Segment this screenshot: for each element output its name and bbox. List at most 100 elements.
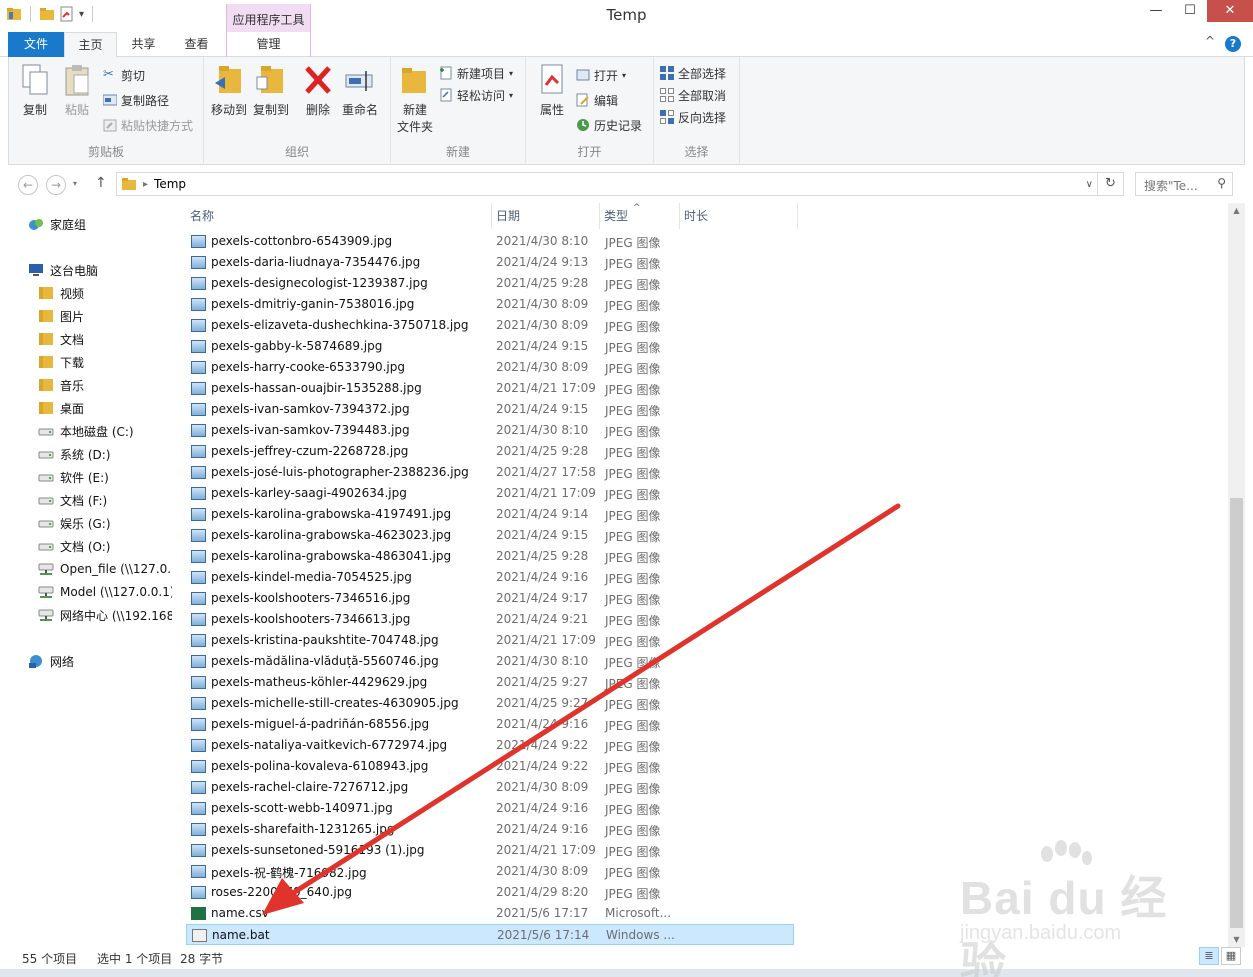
large-icons-view-button[interactable]: ▦ bbox=[1221, 947, 1241, 965]
nav-item[interactable]: Open_file (\\127.0.0 bbox=[38, 558, 172, 580]
nav-item[interactable]: 本地磁盘 (C:) bbox=[38, 420, 134, 442]
close-button[interactable]: ✕ bbox=[1207, 0, 1253, 22]
details-view-button[interactable]: ≣ bbox=[1199, 947, 1219, 965]
column-header-date[interactable]: 日期 bbox=[492, 203, 600, 229]
copy-button[interactable]: 复制 bbox=[15, 63, 55, 118]
back-button[interactable]: ← bbox=[18, 175, 38, 195]
breadcrumb-separator-icon[interactable]: ▸ bbox=[143, 179, 148, 190]
file-row[interactable]: pexels-karolina-grabowska-4623023.jpg 202… bbox=[186, 525, 794, 546]
new-folder-button[interactable]: 新建 文件夹 bbox=[395, 63, 435, 135]
delete-button[interactable]: 删除 bbox=[298, 63, 338, 118]
file-row[interactable]: pexels-matheus-köhler-4429629.jpg 2021/4/… bbox=[186, 672, 794, 693]
chevron-down-icon[interactable]: ▾ bbox=[73, 179, 77, 188]
nav-item[interactable]: 文档 (F:) bbox=[38, 489, 107, 511]
file-row[interactable]: pexels-harry-cooke-6533790.jpg 2021/4/30 … bbox=[186, 357, 794, 378]
invert-selection-button[interactable]: 反向选择 bbox=[660, 107, 726, 127]
easy-access-button[interactable]: 轻松访问 ▾ bbox=[439, 85, 513, 105]
file-row[interactable]: pexels-karley-saagi-4902634.jpg 2021/4/21… bbox=[186, 483, 794, 504]
select-all-button[interactable]: 全部选择 bbox=[660, 63, 726, 83]
tab-file[interactable]: 文件 bbox=[8, 32, 64, 57]
file-row[interactable]: pexels-hassan-ouajbir-1535288.jpg 2021/4/… bbox=[186, 378, 794, 399]
file-row[interactable]: pexels-sharefaith-1231265.jpg 2021/4/24 9… bbox=[186, 819, 794, 840]
nav-item[interactable]: 文档 bbox=[38, 328, 84, 350]
copy-to-button[interactable]: 复制到 bbox=[250, 63, 292, 118]
nav-this-pc[interactable]: 这台电脑 bbox=[28, 259, 98, 281]
file-row[interactable]: pexels-scott-webb-140971.jpg 2021/4/24 9:… bbox=[186, 798, 794, 819]
forward-button[interactable]: → bbox=[46, 175, 66, 195]
file-row[interactable]: roses-2200970_640.jpg 2021/4/29 8:20 JPEG … bbox=[186, 882, 794, 903]
file-row[interactable]: pexels-jeffrey-czum-2268728.jpg 2021/4/25… bbox=[186, 441, 794, 462]
cut-button[interactable]: ✂ 剪切 bbox=[103, 65, 145, 85]
select-none-button[interactable]: 全部取消 bbox=[660, 85, 726, 105]
maximize-button[interactable]: ☐ bbox=[1173, 0, 1207, 22]
file-row[interactable]: pexels-michelle-still-creates-4630905.jp… bbox=[186, 693, 794, 714]
help-icon[interactable]: ? bbox=[1225, 36, 1241, 52]
nav-item[interactable]: 桌面 bbox=[38, 397, 84, 419]
rename-button[interactable]: 重命名 bbox=[340, 63, 380, 118]
paste-shortcut-button[interactable]: 粘贴快捷方式 bbox=[103, 115, 193, 135]
nav-item[interactable]: 视频 bbox=[38, 282, 84, 304]
copy-path-button[interactable]: 复制路径 bbox=[103, 90, 169, 110]
scroll-down-icon[interactable]: ▼ bbox=[1228, 935, 1245, 944]
move-to-button[interactable]: 移动到 bbox=[208, 63, 250, 118]
edit-button[interactable]: 编辑 bbox=[576, 90, 618, 110]
file-row[interactable]: pexels-koolshooters-7346613.jpg 2021/4/24… bbox=[186, 609, 794, 630]
file-row[interactable]: pexels-mădălina-vlăduță-5560746.jpg 2021/… bbox=[186, 651, 794, 672]
nav-item[interactable]: 网络中心 (\\192.168 bbox=[38, 604, 172, 626]
file-row[interactable]: pexels-gabby-k-5874689.jpg 2021/4/24 9:15… bbox=[186, 336, 794, 357]
refresh-button[interactable]: ↻ bbox=[1098, 172, 1124, 196]
file-row[interactable]: pexels-sunsetoned-5916193 (1).jpg 2021/4/… bbox=[186, 840, 794, 861]
history-button[interactable]: 历史记录 bbox=[576, 115, 642, 135]
search-input[interactable]: 搜索"Te... ⚲ bbox=[1135, 172, 1233, 196]
file-row[interactable]: pexels-daria-liudnaya-7354476.jpg 2021/4/… bbox=[186, 252, 794, 273]
file-row[interactable]: pexels-nataliya-vaitkevich-6772974.jpg 20… bbox=[186, 735, 794, 756]
file-row[interactable]: pexels-kindel-media-7054525.jpg 2021/4/24… bbox=[186, 567, 794, 588]
breadcrumb-current[interactable]: Temp bbox=[154, 177, 186, 191]
nav-item[interactable]: 娱乐 (G:) bbox=[38, 512, 111, 534]
file-row[interactable]: pexels-designecologist-1239387.jpg 2021/4… bbox=[186, 273, 794, 294]
nav-item[interactable]: Model (\\127.0.0.1) bbox=[38, 581, 172, 603]
nav-item[interactable]: 音乐 bbox=[38, 374, 84, 396]
file-row[interactable]: pexels-koolshooters-7346516.jpg 2021/4/24… bbox=[186, 588, 794, 609]
nav-homegroup[interactable]: 家庭组 bbox=[28, 213, 86, 235]
file-row[interactable]: pexels-miguel-á-padriñán-68556.jpg 2021/4… bbox=[186, 714, 794, 735]
file-row[interactable]: pexels-karolina-grabowska-4863041.jpg 202… bbox=[186, 546, 794, 567]
file-row[interactable]: name.bat 2021/5/6 17:14 Windows ... bbox=[186, 924, 794, 945]
properties-button[interactable]: 属性 bbox=[532, 63, 572, 118]
nav-item[interactable]: 下载 bbox=[38, 351, 84, 373]
file-row[interactable]: name.csv 2021/5/6 17:17 Microsoft... bbox=[186, 903, 794, 924]
tab-manage[interactable]: 管理 bbox=[226, 32, 311, 57]
tab-view[interactable]: 查看 bbox=[170, 32, 223, 57]
file-row[interactable]: pexels-cottonbro-6543909.jpg 2021/4/30 8:… bbox=[186, 231, 794, 252]
open-button[interactable]: 打开 ▾ bbox=[576, 65, 626, 85]
file-row[interactable]: pexels-ivan-samkov-7394483.jpg 2021/4/30 … bbox=[186, 420, 794, 441]
file-row[interactable]: pexels-elizaveta-dushechkina-3750718.jpg… bbox=[186, 315, 794, 336]
file-row[interactable]: pexels-josé-luis-photographer-2388236.jp… bbox=[186, 462, 794, 483]
file-row[interactable]: pexels-dmitriy-ganin-7538016.jpg 2021/4/3… bbox=[186, 294, 794, 315]
new-item-button[interactable]: 新建项目 ▾ bbox=[439, 63, 513, 83]
up-button[interactable]: ↑ bbox=[95, 175, 107, 191]
address-dropdown-icon[interactable]: ∨ bbox=[1086, 179, 1093, 190]
file-row[interactable]: pexels-祝-鹤槐-716982.jpg 2021/4/30 8:09 JPEG… bbox=[186, 861, 794, 882]
nav-item[interactable]: 软件 (E:) bbox=[38, 466, 109, 488]
column-header-name[interactable]: 名称 bbox=[186, 203, 492, 229]
column-header-duration[interactable]: 时长 bbox=[680, 203, 798, 229]
paste-button[interactable]: 粘贴 bbox=[57, 63, 97, 118]
file-row[interactable]: pexels-ivan-samkov-7394372.jpg 2021/4/24 … bbox=[186, 399, 794, 420]
scroll-up-icon[interactable]: ▲ bbox=[1228, 206, 1245, 215]
file-row[interactable]: pexels-rachel-claire-7276712.jpg 2021/4/3… bbox=[186, 777, 794, 798]
file-row[interactable]: pexels-polina-kovaleva-6108943.jpg 2021/4… bbox=[186, 756, 794, 777]
file-row[interactable]: pexels-karolina-grabowska-4197491.jpg 202… bbox=[186, 504, 794, 525]
tab-home[interactable]: 主页 bbox=[64, 32, 117, 58]
nav-network[interactable]: 网络 bbox=[28, 650, 74, 672]
scrollbar-thumb[interactable] bbox=[1230, 498, 1243, 928]
file-row[interactable]: pexels-kristina-paukshtite-704748.jpg 202… bbox=[186, 630, 794, 651]
address-field[interactable]: ▸ Temp ∨ bbox=[116, 172, 1098, 196]
vertical-scrollbar[interactable]: ▲ ▼ bbox=[1228, 203, 1245, 947]
nav-item[interactable]: 图片 bbox=[38, 305, 84, 327]
minimize-button[interactable]: — bbox=[1139, 0, 1173, 22]
collapse-ribbon-icon[interactable]: ^ bbox=[1205, 34, 1215, 48]
tab-share[interactable]: 共享 bbox=[117, 32, 170, 57]
nav-item[interactable]: 文档 (O:) bbox=[38, 535, 110, 557]
nav-item[interactable]: 系统 (D:) bbox=[38, 443, 110, 465]
